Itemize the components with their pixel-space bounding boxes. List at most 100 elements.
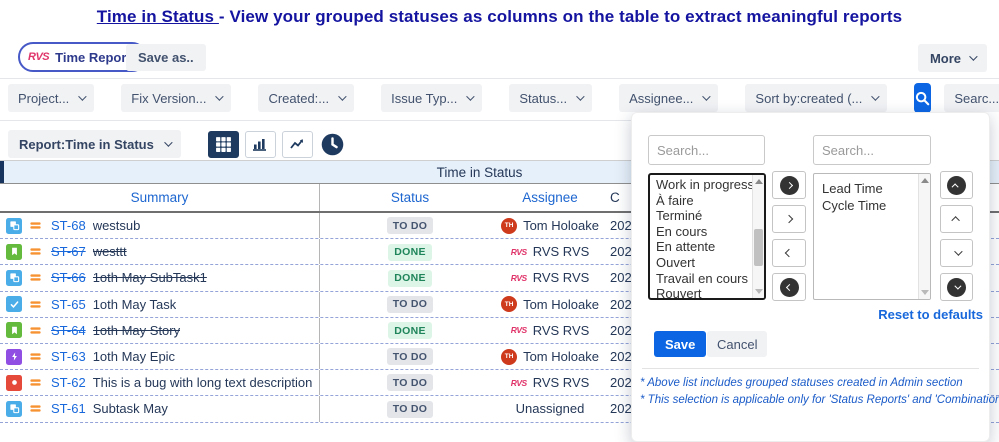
save-button[interactable]: Save	[654, 331, 706, 357]
list-item[interactable]: Lead Time	[822, 180, 916, 197]
move-to-bottom-button[interactable]	[940, 273, 973, 301]
priority-medium-icon	[27, 296, 43, 312]
status-badge: DONE	[388, 270, 432, 287]
rvs-avatar-icon: RVS	[511, 378, 527, 388]
bar-chart-view-button[interactable]	[245, 131, 276, 158]
divider	[0, 120, 640, 121]
move-all-right-button[interactable]	[772, 171, 806, 199]
assignee-name: RVS RVS	[533, 375, 590, 390]
chevron-down-icon	[467, 92, 475, 100]
scroll-down-icon	[921, 290, 929, 295]
filter-issue-type[interactable]: Issue Typ...	[381, 84, 482, 112]
reset-to-defaults-link[interactable]: Reset to defaults	[878, 307, 983, 322]
list-item[interactable]: Travail en cours	[656, 271, 750, 287]
scrollbar-thumb	[754, 229, 763, 266]
chevron-down-icon	[576, 92, 584, 100]
column-header-status[interactable]: Status	[320, 190, 500, 205]
list-item[interactable]: En cours	[656, 224, 750, 240]
avatar: TH	[501, 296, 517, 312]
move-down-button[interactable]	[940, 239, 973, 267]
column-header-assignee[interactable]: Assignee	[500, 190, 600, 205]
grid-icon	[215, 136, 232, 153]
more-button[interactable]: More	[918, 44, 987, 72]
issue-summary: 1oth May Epic	[93, 349, 175, 364]
list-item[interactable]: À faire	[656, 193, 750, 209]
cancel-button[interactable]: Cancel	[707, 331, 767, 357]
issue-summary: This is a bug with long text description	[93, 375, 313, 390]
move-right-button[interactable]	[772, 205, 806, 233]
report-type-dropdown[interactable]: Report:Time in Status	[8, 130, 181, 158]
assignee-name: RVS RVS	[533, 270, 590, 285]
epic-icon	[6, 349, 22, 365]
move-up-button[interactable]	[940, 205, 973, 233]
issue-key-link[interactable]: ST-63	[51, 349, 86, 364]
save-as-button[interactable]: Save as..	[126, 44, 206, 71]
assignee-name: RVS RVS	[533, 323, 590, 338]
selected-statuses-listbox[interactable]: Lead Time Cycle Time	[813, 173, 931, 300]
filter-search-menu[interactable]: Searc...	[944, 84, 999, 112]
issue-summary: westtt	[93, 244, 127, 259]
chevron-down-icon	[338, 92, 346, 100]
scroll-up-icon	[755, 179, 763, 184]
available-statuses-listbox[interactable]: Work in progress À faire Terminé En cour…	[648, 173, 766, 300]
issue-key-link[interactable]: ST-64	[51, 323, 86, 338]
line-chart-view-button[interactable]	[282, 131, 313, 158]
more-label: More	[930, 51, 961, 66]
filter-fix-version[interactable]: Fix Version...	[121, 84, 231, 112]
scrollbar[interactable]	[918, 174, 930, 299]
assignee-name: Tom Holoake	[523, 218, 599, 233]
rvs-avatar-icon: RVS	[511, 325, 527, 335]
list-item[interactable]: Work in progress	[656, 177, 750, 193]
subtask-icon	[6, 218, 22, 234]
list-item[interactable]: Cycle Time	[822, 197, 916, 214]
issue-key-link[interactable]: ST-61	[51, 401, 86, 416]
arrow-right-icon	[785, 215, 793, 223]
popup-footnote: * This selection is applicable only for …	[640, 394, 999, 406]
issue-key-link[interactable]: ST-65	[51, 297, 86, 312]
avatar: TH	[501, 349, 517, 365]
list-item[interactable]: Ouvert	[656, 255, 750, 271]
filter-bar: Project... Fix Version... Created:... Is…	[8, 84, 995, 112]
priority-medium-icon	[27, 349, 43, 365]
story-icon	[6, 244, 22, 260]
issue-key-link[interactable]: ST-62	[51, 375, 86, 390]
filter-status[interactable]: Status...	[509, 84, 592, 112]
list-item[interactable]: En attente	[656, 239, 750, 255]
subtask-icon	[6, 401, 22, 417]
priority-medium-icon	[27, 270, 43, 286]
priority-medium-icon	[27, 322, 43, 338]
time-view-button[interactable]	[319, 131, 346, 158]
issue-summary: Subtask May	[93, 401, 168, 416]
rvs-avatar-icon: RVS	[511, 247, 527, 257]
chevron-down-icon	[164, 138, 172, 146]
selected-statuses-search-input[interactable]	[813, 135, 931, 165]
chevron-down-icon	[78, 92, 86, 100]
scrollbar[interactable]	[752, 175, 764, 298]
list-item[interactable]: Terminé	[656, 208, 750, 224]
issue-key-link[interactable]: ST-68	[51, 218, 86, 233]
filter-assignee[interactable]: Assignee...	[619, 84, 718, 112]
line-chart-icon	[289, 136, 305, 152]
issue-key-link[interactable]: ST-66	[51, 270, 86, 285]
status-badge: TO DO	[387, 217, 434, 234]
issue-key-link[interactable]: ST-67	[51, 244, 86, 259]
chevron-down-icon	[872, 92, 880, 100]
filter-project[interactable]: Project...	[8, 84, 94, 112]
column-header-summary[interactable]: Summary	[0, 184, 320, 211]
search-button[interactable]	[914, 83, 931, 113]
priority-medium-icon	[27, 401, 43, 417]
priority-medium-icon	[27, 375, 43, 391]
assignee-name: RVS RVS	[533, 244, 590, 259]
time-report-label: Time Report	[55, 50, 131, 65]
table-view-button[interactable]	[208, 131, 239, 158]
priority-medium-icon	[27, 244, 43, 260]
move-left-button[interactable]	[772, 239, 806, 267]
available-statuses-search-input[interactable]	[648, 135, 765, 165]
search-icon	[914, 90, 931, 107]
list-item[interactable]: Rouvert	[656, 286, 750, 300]
arrow-left-icon	[785, 249, 793, 257]
filter-sort-by[interactable]: Sort by:created (...	[745, 84, 887, 112]
filter-created[interactable]: Created:...	[258, 84, 354, 112]
move-to-top-button[interactable]	[940, 171, 973, 199]
move-all-left-button[interactable]	[772, 273, 806, 301]
